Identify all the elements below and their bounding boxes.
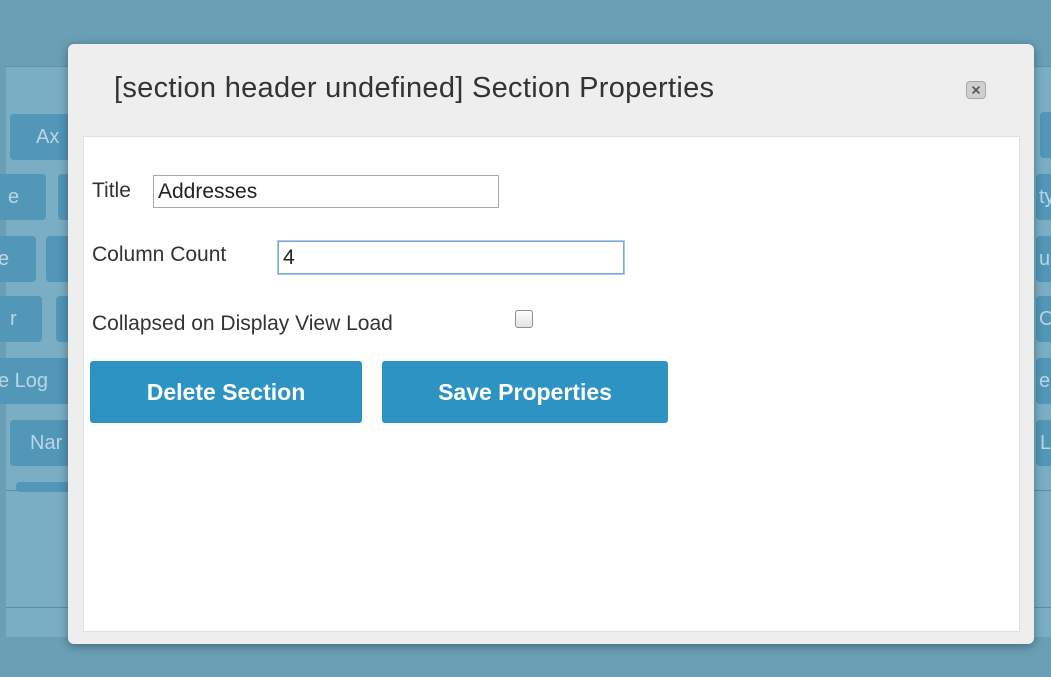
background-chip: r — [0, 296, 42, 342]
background-chip: ty — [1036, 174, 1051, 220]
background-chip: ue — [1036, 236, 1051, 282]
title-input[interactable] — [153, 175, 499, 208]
background-chip: er — [1036, 358, 1051, 404]
app-screen: Ax e e r e Log Nar ty ue O er L [section… — [0, 0, 1051, 677]
delete-section-label: Delete Section — [146, 378, 306, 405]
column-count-input[interactable] — [278, 241, 624, 274]
collapsed-checkbox[interactable] — [515, 310, 533, 328]
save-properties-button[interactable]: Save Properties — [382, 361, 668, 423]
section-properties-dialog: [section header undefined] Section Prope… — [68, 44, 1034, 644]
close-button[interactable] — [966, 81, 986, 99]
collapsed-label: Collapsed on Display View Load — [92, 312, 393, 335]
background-chip: O — [1036, 296, 1051, 342]
dialog-title: [section header undefined] Section Prope… — [114, 72, 715, 104]
background-chip — [1040, 112, 1051, 158]
save-properties-label: Save Properties — [438, 378, 612, 405]
close-icon — [972, 86, 980, 94]
delete-section-button[interactable]: Delete Section — [90, 361, 362, 423]
dialog-body: Title Column Count Collapsed on Display … — [83, 136, 1020, 632]
background-chip: e — [0, 174, 46, 220]
column-count-label: Column Count — [92, 243, 227, 266]
background-chip: L — [1036, 420, 1051, 466]
title-label: Title — [92, 179, 131, 202]
background-chip: e — [0, 236, 36, 282]
background-chip — [16, 482, 76, 492]
